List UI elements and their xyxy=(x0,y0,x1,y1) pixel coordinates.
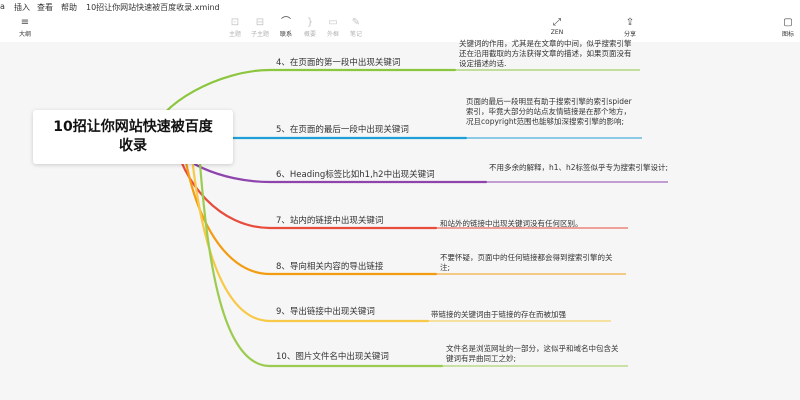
topic-label: 主题 xyxy=(228,31,241,38)
zen-button[interactable]: ⤢ ZEN xyxy=(540,16,574,36)
branch-topic-8[interactable]: 8、导向相关内容的导出链接 xyxy=(276,260,383,272)
share-button[interactable]: ⇪ 分享 xyxy=(613,16,647,38)
summary-label: 概要 xyxy=(303,31,316,38)
branch-note-5: 页面的最后一段明显有助于搜索引擎的索引spider索引，毕竟大部分的站点友情链接… xyxy=(466,97,632,126)
root-topic-label: 10招让你网站快速被百度收录 xyxy=(53,119,213,154)
zen-label: ZEN xyxy=(550,29,564,36)
branch-topic-7[interactable]: 7、站内的链接中出现关键词 xyxy=(276,214,383,226)
menu-stub[interactable]: a xyxy=(0,2,5,11)
menu-bar: a 插入 查看 帮助 10招让你网站快速被百度收录.xmind xyxy=(0,0,800,15)
toolbar: ≡ 大纲 ⊡ 主题 ⊟ 子主题 ⌒ 联系 } 概要 ▭ 外框 ✎ 笔记 ⤢ ZE… xyxy=(0,14,800,43)
outline-button[interactable]: ≡ 大纲 xyxy=(8,16,42,38)
branch-note-10: 文件名是浏览网址的一部分，这似乎和域名中包含关键词有异曲同工之妙; xyxy=(446,344,619,363)
branch-note-7: 和站外的链接中出现关键词没有任何区别。 xyxy=(440,219,583,228)
note-button[interactable]: ✎ 笔记 xyxy=(339,16,373,38)
branch-topic-5[interactable]: 5、在页面的最后一段中出现关键词 xyxy=(276,123,409,135)
branch-topic-4[interactable]: 4、在页面的第一段中出现关键词 xyxy=(276,56,400,68)
outline-label: 大纲 xyxy=(18,31,31,38)
menu-insert[interactable]: 插入 xyxy=(14,2,30,13)
note-label: 笔记 xyxy=(349,31,362,38)
menu-view[interactable]: 查看 xyxy=(37,2,53,13)
window-title: 10招让你网站快速被百度收录.xmind xyxy=(86,3,220,12)
outline-icon: ≡ xyxy=(20,17,30,28)
boundary-label: 外框 xyxy=(326,31,339,38)
branch-topic-9[interactable]: 9、导出链接中出现关键词 xyxy=(276,305,375,317)
branch-topic-6[interactable]: 6、Heading标签比如h1,h2中出现关键词 xyxy=(276,168,435,180)
subtopic-label: 子主题 xyxy=(250,31,269,38)
branch-note-6: 不用多余的解释，h1、h2标签似乎专为搜索引擎设计; xyxy=(489,163,669,172)
mindmap-branches xyxy=(148,68,668,368)
branch-topic-10[interactable]: 10、图片文件名中出现关键词 xyxy=(276,350,389,362)
branch-note-8: 不要怀疑，页面中的任何链接都会得到搜索引擎的关注; xyxy=(440,253,613,272)
panel-icon: ▢ xyxy=(783,17,793,28)
share-icon: ⇪ xyxy=(625,17,635,28)
branch-note-9: 带链接的关键词由于链接的存在而被加强 xyxy=(431,310,566,319)
icon-panel-button[interactable]: ▢ 图标 xyxy=(776,16,800,38)
relationship-label: 联系 xyxy=(279,31,292,38)
zen-icon: ⤢ xyxy=(553,17,561,28)
share-label: 分享 xyxy=(623,31,636,38)
root-topic[interactable]: 10招让你网站快速被百度收录 xyxy=(33,110,233,164)
mindmap-canvas[interactable]: 10招让你网站快速被百度收录 4、在页面的第一段中出现关键词 关键词的作用，尤其… xyxy=(0,39,800,400)
branch-note-4: 关键词的作用，尤其是在文章的中间，似乎搜索引擎还在沿用截取的方法获得文章的描述，… xyxy=(459,39,632,68)
icon-panel-label: 图标 xyxy=(781,31,794,38)
note-icon: ✎ xyxy=(351,17,361,28)
menu-help[interactable]: 帮助 xyxy=(61,2,77,13)
